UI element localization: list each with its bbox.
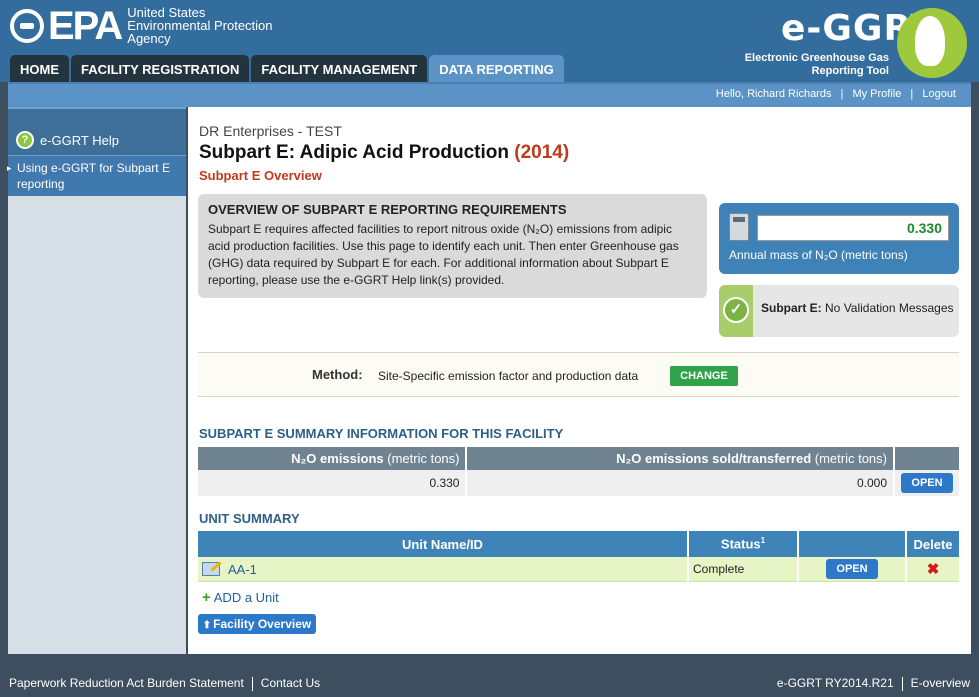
unit-table: Unit Name/ID Status1 Delete AA-1 Complet…: [198, 531, 959, 582]
paperwork-link[interactable]: Paperwork Reduction Act Burden Statement: [9, 676, 244, 690]
unit-action-cell: OPEN: [798, 557, 907, 582]
calculator-icon[interactable]: [729, 213, 749, 241]
unit-name: AA-1: [228, 561, 257, 577]
reporting-year: (2014): [514, 142, 570, 163]
agency-line-1: United States: [127, 4, 206, 20]
agency-line-2: Environmental Protection: [127, 17, 273, 33]
summary-table: N₂O emissions (metric tons) N₂O emission…: [198, 447, 959, 496]
unit-name-cell: AA-1: [198, 557, 689, 582]
unit-status: Complete: [688, 557, 799, 582]
egrt-subtitle: Electronic Greenhouse Gas Reporting Tool: [743, 52, 889, 78]
unit-link[interactable]: AA-1: [202, 562, 683, 577]
footer: Paperwork Reduction Act Burden Statement…: [0, 672, 979, 697]
check-icon: ✓: [723, 297, 749, 323]
summary-sold-value: 0.000: [466, 470, 895, 496]
unit-open-button[interactable]: OPEN: [826, 559, 878, 579]
divider: [251, 676, 253, 691]
page-subtitle: Subpart E Overview: [199, 168, 322, 183]
page-title-text: Subpart E: Adipic Acid Production: [199, 142, 509, 163]
validation-text: No Validation Messages: [825, 301, 954, 315]
table-row: AA-1 Complete OPEN ✖: [198, 557, 959, 582]
version-label: e-GGRT RY2014.R21: [776, 676, 894, 690]
summary-emissions-value: 0.330: [198, 470, 468, 496]
header-text: N₂O emissions sold/transferred: [616, 451, 812, 466]
logout-link[interactable]: Logout: [922, 88, 956, 100]
summary-action-cell: OPEN: [894, 470, 959, 496]
facility-overview-button[interactable]: ⬆ Facility Overview: [198, 614, 316, 634]
tab-facility-registration[interactable]: FACILITY REGISTRATION: [71, 55, 250, 82]
table-row: 0.330 0.000 OPEN: [198, 470, 959, 496]
user-bar: Hello, Richard Richards | My Profile | L…: [8, 82, 971, 107]
change-method-button[interactable]: CHANGE: [670, 366, 738, 386]
main-nav: HOME FACILITY REGISTRATION FACILITY MANA…: [10, 55, 564, 82]
separator: |: [840, 88, 844, 100]
question-mark-icon: ?: [16, 131, 34, 149]
tab-data-reporting[interactable]: DATA REPORTING: [429, 55, 564, 82]
summary-section-title: SUBPART E SUMMARY INFORMATION FOR THIS F…: [199, 426, 564, 441]
validation-panel: ✓ Subpart E: No Validation Messages: [719, 285, 959, 337]
unit-header-name: Unit Name/ID: [198, 531, 689, 557]
header-text: N₂O emissions: [291, 451, 384, 466]
egret-bird-icon: [897, 8, 967, 78]
egrt-sub-line-2: Reporting Tool: [811, 65, 889, 77]
tab-facility-management[interactable]: FACILITY MANAGEMENT: [251, 55, 428, 82]
user-greeting-link[interactable]: Hello, Richard Richards: [716, 88, 832, 100]
status-footnote: 1: [760, 536, 766, 546]
add-unit-label: ADD a Unit: [213, 590, 279, 605]
epa-wordmark: EPA: [48, 4, 123, 48]
add-unit-link[interactable]: + ADD a Unit: [202, 589, 279, 606]
divider: [901, 676, 903, 691]
annual-mass-value: 0.330: [757, 215, 949, 241]
unit-header-status: Status1: [688, 531, 799, 557]
sidebar-help[interactable]: ? e-GGRT Help: [8, 107, 186, 155]
user-links: Hello, Richard Richards | My Profile | L…: [713, 88, 959, 100]
overview-title: OVERVIEW OF SUBPART E REPORTING REQUIREM…: [208, 202, 567, 217]
unit-delete-cell: ✖: [906, 557, 959, 582]
annual-mass-panel: 0.330 Annual mass of N₂O (metric tons): [719, 203, 959, 274]
summary-open-button[interactable]: OPEN: [901, 473, 953, 493]
summary-header-sold: N₂O emissions sold/transferred (metric t…: [466, 447, 895, 470]
e-overview-link[interactable]: E-overview: [911, 676, 970, 690]
arrow-up-icon: ⬆: [202, 620, 212, 631]
facility-overview-label: Facility Overview: [213, 617, 312, 631]
unit-summary-title: UNIT SUMMARY: [199, 511, 300, 526]
separator: |: [910, 88, 914, 100]
method-row: Method: Site-Specific emission factor an…: [198, 352, 959, 397]
unit-header-delete: Delete: [906, 531, 959, 557]
company-name: DR Enterprises - TEST: [199, 123, 342, 139]
footer-left: Paperwork Reduction Act Burden Statement…: [9, 676, 320, 691]
sidebar: ? e-GGRT Help Using e-GGRT for Subpart E…: [7, 107, 186, 654]
sidebar-help-label: e-GGRT Help: [40, 132, 119, 148]
header-unit: (metric tons): [814, 451, 887, 466]
main-content: DR Enterprises - TEST Subpart E: Adipic …: [188, 107, 971, 654]
edit-pencil-icon: [202, 562, 220, 576]
footer-right: e-GGRT RY2014.R21 E-overview: [777, 676, 970, 691]
egrt-logo[interactable]: e-GGRT Electronic Greenhouse Gas Reporti…: [743, 8, 973, 80]
plus-icon: +: [202, 589, 211, 606]
summary-header-action: [894, 447, 959, 470]
validation-subpart: Subpart E:: [761, 301, 822, 315]
epa-logo[interactable]: EPA United States Environmental Protecti…: [10, 6, 273, 46]
method-value: Site-Specific emission factor and produc…: [378, 369, 639, 383]
status-header-text: Status: [720, 536, 761, 552]
unit-header-action: [798, 531, 907, 557]
tab-home[interactable]: HOME: [10, 55, 69, 82]
page-title: Subpart E: Adipic Acid Production (2014): [199, 142, 569, 164]
sidebar-item-using-egrt-subpart-e[interactable]: Using e-GGRT for Subpart E reporting: [7, 155, 186, 196]
site-header: EPA United States Environmental Protecti…: [0, 0, 979, 82]
summary-header-emissions: N₂O emissions (metric tons): [198, 447, 468, 470]
header-unit: (metric tons): [387, 451, 460, 466]
overview-text: Subpart E requires affected facilities t…: [208, 222, 679, 287]
agency-line-3: Agency: [127, 30, 171, 46]
validation-message: Subpart E: No Validation Messages: [761, 300, 961, 316]
egrt-sub-line-1: Electronic Greenhouse Gas: [744, 52, 889, 64]
delete-x-icon[interactable]: ✖: [911, 560, 955, 578]
contact-us-link[interactable]: Contact Us: [261, 676, 320, 690]
agency-name: United States Environmental Protection A…: [127, 6, 272, 45]
epa-flower-icon: [10, 9, 44, 43]
annual-mass-label: Annual mass of N₂O (metric tons): [729, 248, 908, 262]
method-label: Method:: [312, 367, 363, 382]
my-profile-link[interactable]: My Profile: [852, 88, 901, 100]
overview-panel: OVERVIEW OF SUBPART E REPORTING REQUIREM…: [198, 194, 707, 298]
